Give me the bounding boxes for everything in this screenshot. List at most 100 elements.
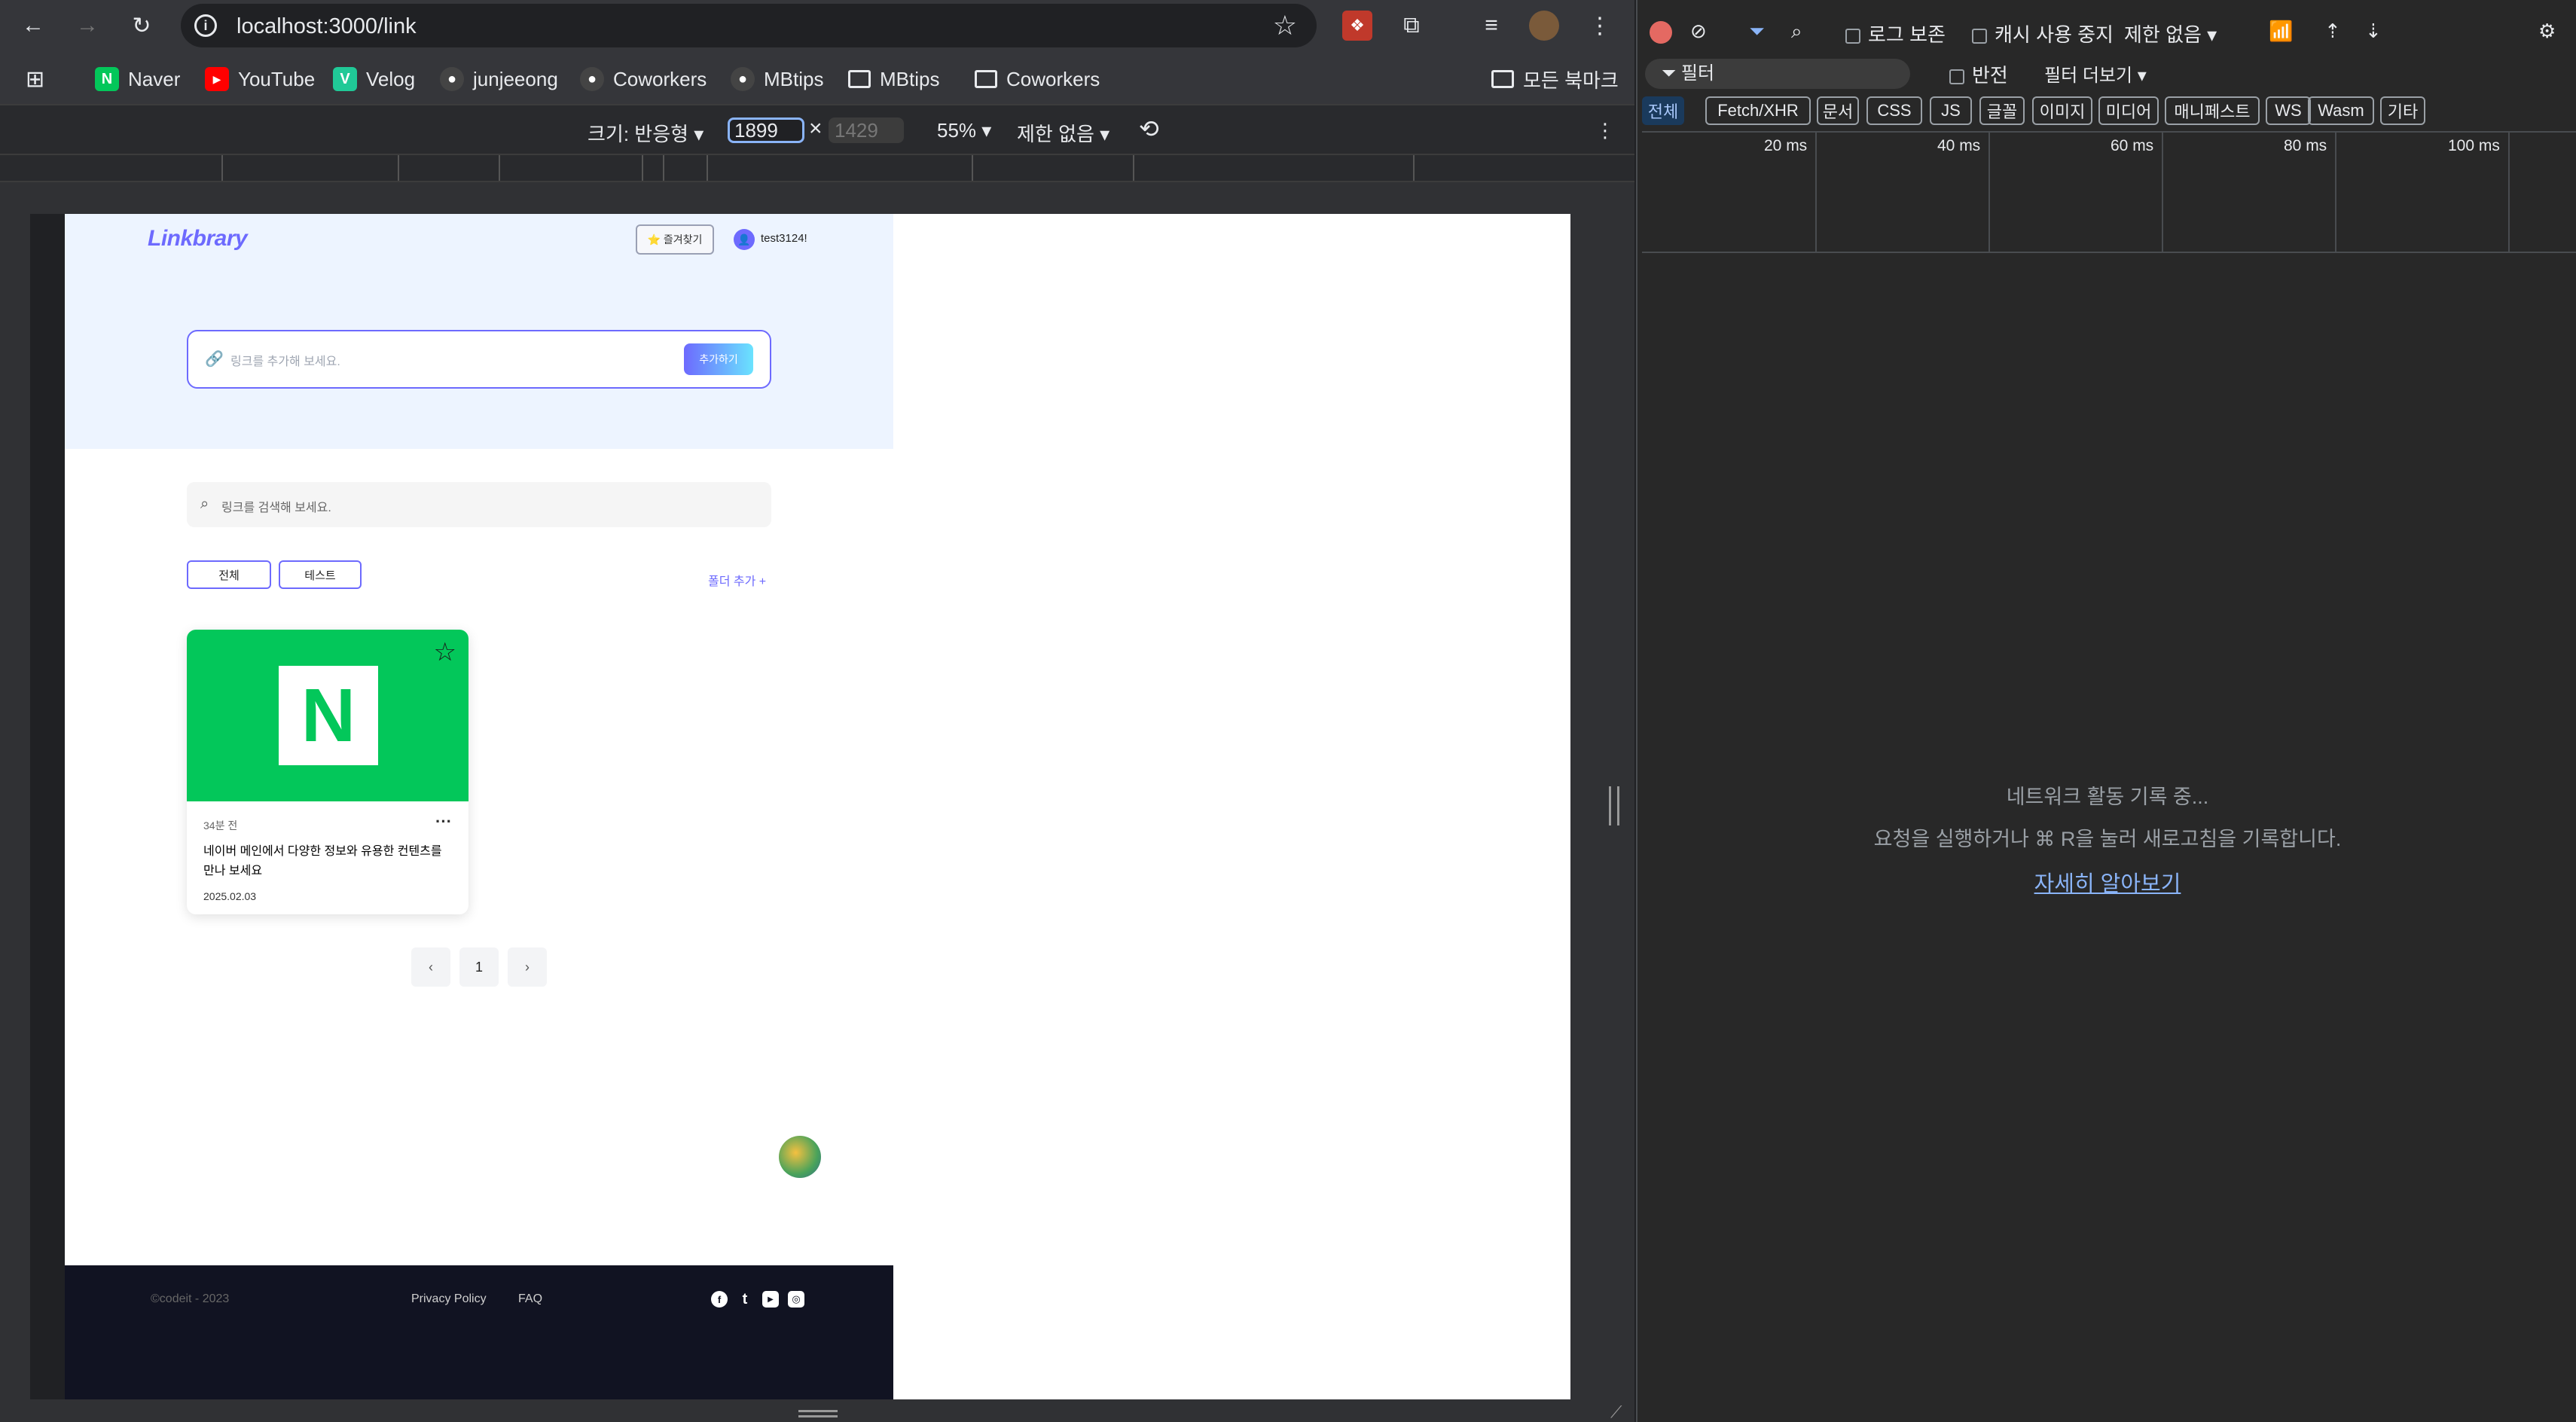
disable-cache-checkbox[interactable]: 캐시 사용 중지 bbox=[1972, 20, 2114, 47]
chip-all[interactable]: 전체 bbox=[1642, 96, 1684, 125]
all-bookmarks[interactable]: 모든 북마크 bbox=[1491, 66, 1619, 92]
extension-red-icon[interactable]: ❖ bbox=[1342, 11, 1372, 41]
bookmark-folder-mbtips[interactable]: MBtips bbox=[848, 66, 939, 92]
chip-manifest[interactable]: 매니페스트 bbox=[2165, 96, 2260, 125]
bookmark-naver[interactable]: N Naver bbox=[95, 66, 180, 92]
add-link-form: 🔗 링크를 추가해 보세요. 추가하기 bbox=[187, 330, 771, 389]
extensions-puzzle-icon[interactable]: ⧉ bbox=[1396, 11, 1427, 41]
instagram-icon[interactable]: ◎ bbox=[788, 1291, 804, 1308]
timeline-label: 80 ms bbox=[2284, 137, 2327, 154]
back-icon[interactable]: ← bbox=[15, 8, 51, 44]
bookmark-folder-coworkers[interactable]: Coworkers bbox=[975, 66, 1100, 92]
link-card[interactable]: N ☆ 34분 전 ··· 네이버 메인에서 다양한 정보와 유용한 컨텐츠를 … bbox=[187, 630, 469, 914]
checkbox-icon bbox=[1972, 29, 1987, 44]
network-settings-gear-icon[interactable]: ⚙ bbox=[2538, 20, 2556, 43]
export-har-icon[interactable]: ⇣ bbox=[2365, 20, 2382, 43]
url-text[interactable]: localhost:3000/link bbox=[237, 14, 417, 39]
pagination-page-1[interactable]: 1 bbox=[459, 947, 499, 987]
chip-wasm[interactable]: Wasm bbox=[2308, 96, 2374, 125]
search-input[interactable]: 링크를 검색해 보세요. bbox=[221, 497, 331, 515]
network-timeline-overview[interactable]: 20 ms 40 ms 60 ms 80 ms 100 ms bbox=[1642, 131, 2576, 253]
devtools-network-panel: ⊘ ⏷ ⌕ 로그 보존 캐시 사용 중지 제한 없음 ▾ 📶 ⇡ ⇣ ⚙ ⏷ 필… bbox=[1636, 0, 2576, 1422]
bookmark-youtube[interactable]: ▶ YouTube bbox=[205, 66, 315, 92]
site-info-icon[interactable]: i bbox=[194, 14, 217, 37]
import-har-icon[interactable]: ⇡ bbox=[2324, 20, 2341, 43]
invert-label: 반전 bbox=[1972, 64, 2008, 87]
wifi-conditions-icon[interactable]: 📶 bbox=[2269, 20, 2293, 43]
viewport-right-resize-handle[interactable] bbox=[1609, 786, 1619, 825]
recording-hint: 요청을 실행하거나 ⌘ R을 눌러 새로고침을 기록합니다. bbox=[1873, 828, 2342, 850]
facebook-icon[interactable]: f bbox=[711, 1291, 728, 1308]
more-filters-dropdown[interactable]: 필터 더보기 ▾ bbox=[2044, 60, 2147, 87]
search-icon[interactable]: ⌕ bbox=[1791, 20, 1802, 44]
viewport-height-input[interactable]: 1429 bbox=[829, 117, 904, 143]
chip-ws[interactable]: WS bbox=[2266, 96, 2311, 125]
add-folder-button[interactable]: 폴더 추가 + bbox=[708, 571, 766, 589]
clear-icon[interactable]: ⊘ bbox=[1690, 20, 1707, 43]
chip-fetch-xhr[interactable]: Fetch/XHR bbox=[1705, 96, 1811, 125]
bookmark-velog[interactable]: V Velog bbox=[333, 66, 415, 92]
folder-tab-test[interactable]: 테스트 bbox=[279, 560, 362, 589]
learn-more-link[interactable]: 자세히 알아보기 bbox=[1637, 866, 2576, 898]
device-menu-kebab-icon[interactable]: ⋮ bbox=[1595, 119, 1615, 142]
apps-grid-icon[interactable]: ⊞ bbox=[26, 66, 44, 92]
link-icon: 🔗 bbox=[205, 351, 224, 368]
bookmark-coworkers[interactable]: ● Coworkers bbox=[580, 66, 707, 92]
media-query-ruler[interactable] bbox=[0, 154, 1634, 182]
bookmark-star-icon[interactable]: ☆ bbox=[1273, 10, 1297, 41]
user-avatar-icon[interactable]: 👤 bbox=[734, 229, 755, 250]
chip-js[interactable]: JS bbox=[1930, 96, 1972, 125]
preserve-log-checkbox[interactable]: 로그 보존 bbox=[1845, 20, 1946, 47]
invert-checkbox[interactable]: 반전 bbox=[1949, 60, 2008, 88]
network-filter-input[interactable]: ⏷ 필터 bbox=[1645, 59, 1910, 89]
chip-media[interactable]: 미디어 bbox=[2098, 96, 2159, 125]
viewport-bottom-resize-handle[interactable] bbox=[798, 1410, 838, 1417]
browser-window: ← → ↻ i localhost:3000/link ☆ ❖ ⧉ ≡ ⋮ ⊞ … bbox=[0, 0, 1634, 1422]
address-bar[interactable]: i localhost:3000/link ☆ bbox=[181, 4, 1317, 47]
username[interactable]: test3124! bbox=[761, 232, 807, 245]
favorite-star-icon[interactable]: ☆ bbox=[434, 637, 456, 667]
browser-toolbar: ← → ↻ i localhost:3000/link ☆ ❖ ⧉ ≡ ⋮ bbox=[0, 0, 1634, 51]
zoom-select[interactable]: 55% ▾ bbox=[937, 119, 991, 142]
card-description: 네이버 메인에서 다양한 정보와 유용한 컨텐츠를 만나 보세요 bbox=[203, 845, 442, 877]
forward-icon[interactable]: → bbox=[69, 8, 105, 44]
viewport-width-input[interactable]: 1899 bbox=[728, 117, 804, 143]
linkbrary-logo[interactable]: Linkbrary bbox=[148, 226, 248, 252]
network-throttle-select[interactable]: 제한 없음 ▾ bbox=[2124, 20, 2217, 47]
dimension-times: × bbox=[809, 116, 823, 141]
chip-image[interactable]: 이미지 bbox=[2032, 96, 2092, 125]
viewport-gutter bbox=[30, 214, 65, 1399]
timeline-label: 20 ms bbox=[1764, 137, 1808, 154]
chip-other[interactable]: 기타 bbox=[2380, 96, 2425, 125]
card-thumbnail: N bbox=[187, 630, 469, 801]
pagination-next-button[interactable]: › bbox=[508, 947, 547, 987]
viewport-corner-resize-icon[interactable]: ⟋ bbox=[1610, 1402, 1622, 1422]
filter-funnel-icon[interactable]: ⏷ bbox=[1749, 20, 1765, 44]
profile-avatar-icon[interactable] bbox=[1529, 11, 1559, 41]
floating-assistant-icon[interactable] bbox=[779, 1136, 821, 1178]
record-stop-icon[interactable] bbox=[1650, 21, 1672, 44]
privacy-policy-link[interactable]: Privacy Policy bbox=[411, 1292, 487, 1306]
media-queue-icon[interactable]: ≡ bbox=[1476, 11, 1506, 41]
bookmark-junjeeong[interactable]: ● junjeeong bbox=[440, 66, 558, 92]
twitter-icon[interactable]: t bbox=[737, 1291, 753, 1308]
throttle-select[interactable]: 제한 없음 ▾ bbox=[1017, 119, 1109, 147]
menu-kebab-icon[interactable]: ⋮ bbox=[1585, 11, 1615, 41]
add-link-input[interactable]: 링크를 추가해 보세요. bbox=[230, 351, 340, 369]
responsive-size-select[interactable]: 크기: 반응형 ▾ bbox=[588, 119, 704, 147]
youtube-icon[interactable]: ▶ bbox=[762, 1291, 779, 1308]
reload-icon[interactable]: ↻ bbox=[124, 8, 160, 44]
bookmark-mbtips[interactable]: ● MBtips bbox=[731, 66, 823, 92]
rotate-icon[interactable]: ⟲ bbox=[1139, 114, 1159, 143]
timeline-label: 100 ms bbox=[2448, 137, 2500, 154]
chip-font[interactable]: 글꼴 bbox=[1979, 96, 2025, 125]
favorites-button[interactable]: ⭐ 즐겨찾기 bbox=[636, 224, 714, 255]
chip-css[interactable]: CSS bbox=[1866, 96, 1922, 125]
folder-tab-all[interactable]: 전체 bbox=[187, 560, 271, 589]
bookmark-label: Coworkers bbox=[1006, 67, 1100, 90]
faq-link[interactable]: FAQ bbox=[518, 1292, 542, 1306]
chip-doc[interactable]: 문서 bbox=[1817, 96, 1859, 125]
add-link-button[interactable]: 추가하기 bbox=[684, 343, 753, 375]
card-more-icon[interactable]: ··· bbox=[435, 812, 452, 832]
pagination-prev-button[interactable]: ‹ bbox=[411, 947, 450, 987]
